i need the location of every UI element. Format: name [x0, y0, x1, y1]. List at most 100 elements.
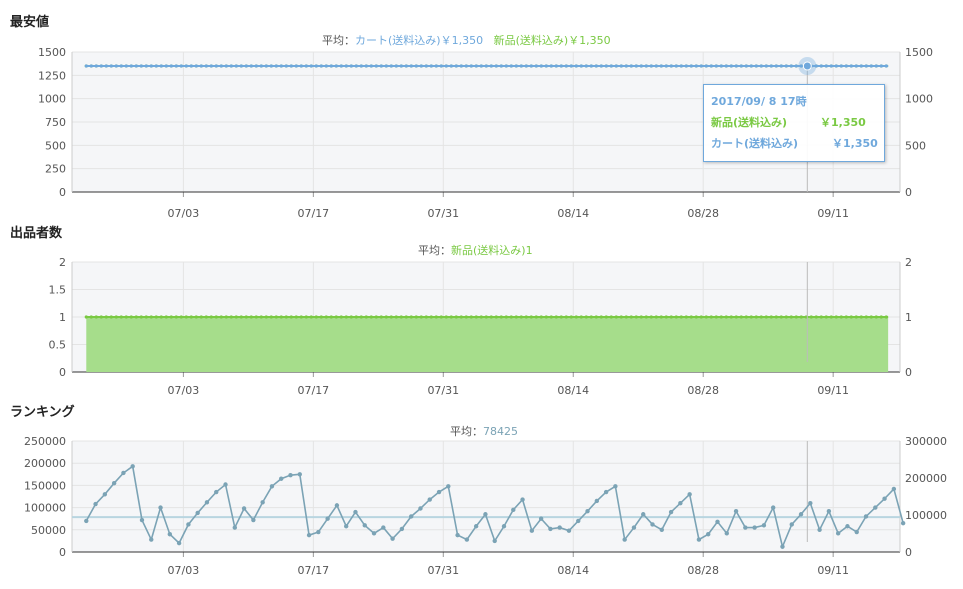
data-point	[455, 532, 460, 538]
data-point	[733, 508, 739, 514]
data-point	[109, 315, 113, 319]
data-point	[794, 64, 798, 68]
y-tick-label-right: 2	[905, 256, 912, 269]
data-point	[269, 64, 273, 68]
x-tick-label: 07/31	[427, 564, 459, 577]
data-point	[189, 315, 193, 319]
data-point	[604, 315, 608, 319]
data-point	[418, 506, 423, 511]
data-point	[835, 531, 841, 536]
data-point	[371, 531, 377, 536]
data-point	[469, 315, 473, 319]
x-tick-label: 07/17	[297, 384, 329, 397]
x-tick-label: 08/14	[557, 564, 589, 577]
data-point	[384, 64, 388, 68]
data-point	[264, 315, 268, 319]
data-point	[84, 315, 88, 319]
data-point	[544, 64, 548, 68]
data-point	[569, 315, 573, 319]
data-point	[689, 315, 693, 319]
data-point	[704, 64, 708, 68]
data-point	[319, 315, 323, 319]
data-point	[739, 315, 743, 319]
x-tick-label: 08/14	[557, 207, 589, 220]
x-tick-label: 08/14	[557, 384, 589, 397]
y-tick-label-right: 0	[905, 546, 912, 559]
data-point	[594, 315, 598, 319]
data-point	[473, 524, 479, 529]
data-point	[709, 315, 713, 319]
data-point	[564, 64, 568, 68]
data-point	[599, 64, 603, 68]
data-point	[549, 64, 553, 68]
y-tick-label-left: 100000	[24, 502, 66, 515]
y-tick-label-right: 1000	[905, 93, 933, 106]
data-point	[130, 464, 135, 469]
data-point	[94, 64, 98, 68]
data-point	[579, 315, 583, 319]
data-point	[634, 315, 638, 319]
data-point	[696, 537, 702, 542]
data-point	[111, 480, 117, 486]
data-point	[294, 315, 298, 319]
data-point	[394, 64, 398, 68]
data-point	[492, 538, 497, 544]
data-point	[879, 315, 883, 319]
data-point	[744, 315, 748, 319]
data-point	[464, 315, 468, 319]
data-point	[669, 64, 673, 68]
data-point	[594, 498, 600, 504]
data-point	[214, 315, 218, 319]
data-point	[94, 315, 98, 319]
data-point	[789, 315, 793, 319]
data-point	[900, 520, 906, 526]
data-point	[729, 315, 733, 319]
y-tick-label-left: 50000	[31, 524, 66, 537]
data-point	[520, 497, 525, 502]
data-point	[817, 527, 822, 532]
data-point	[869, 64, 873, 68]
data-point	[659, 527, 664, 532]
data-point	[854, 64, 858, 68]
data-point	[199, 315, 203, 319]
data-point	[759, 315, 763, 319]
data-point	[93, 501, 98, 507]
data-point	[499, 64, 503, 68]
data-point	[849, 315, 853, 319]
data-point	[869, 315, 873, 319]
data-point	[439, 315, 443, 319]
chart-2: 0 0.5 1 1.5 2 0 1 2 07/03 07/17 07/31 08/14 08/28 09/…	[49, 256, 913, 397]
y-tick-label-left: 150000	[24, 479, 66, 492]
data-point	[353, 509, 358, 515]
data-point	[529, 64, 533, 68]
data-point	[834, 315, 838, 319]
data-point	[514, 315, 518, 319]
data-point	[224, 64, 228, 68]
data-point	[419, 315, 423, 319]
data-point	[84, 518, 89, 524]
data-point	[839, 64, 843, 68]
data-point	[549, 315, 553, 319]
data-point	[362, 523, 367, 528]
data-point	[566, 528, 572, 533]
data-point	[254, 64, 258, 68]
data-point	[299, 64, 303, 68]
data-point	[706, 532, 711, 537]
data-point	[724, 64, 728, 68]
data-point	[614, 315, 618, 319]
data-point	[644, 315, 648, 319]
data-point	[613, 484, 618, 489]
data-point	[427, 497, 432, 502]
data-point	[739, 64, 743, 68]
data-point	[149, 315, 153, 319]
data-point	[224, 315, 228, 319]
data-point	[329, 64, 333, 68]
data-point	[639, 315, 643, 319]
data-point	[709, 64, 713, 68]
data-point	[724, 531, 729, 536]
data-point	[559, 64, 563, 68]
data-point	[241, 506, 247, 511]
data-point	[279, 315, 283, 319]
data-point	[884, 64, 888, 68]
data-point	[789, 522, 794, 527]
